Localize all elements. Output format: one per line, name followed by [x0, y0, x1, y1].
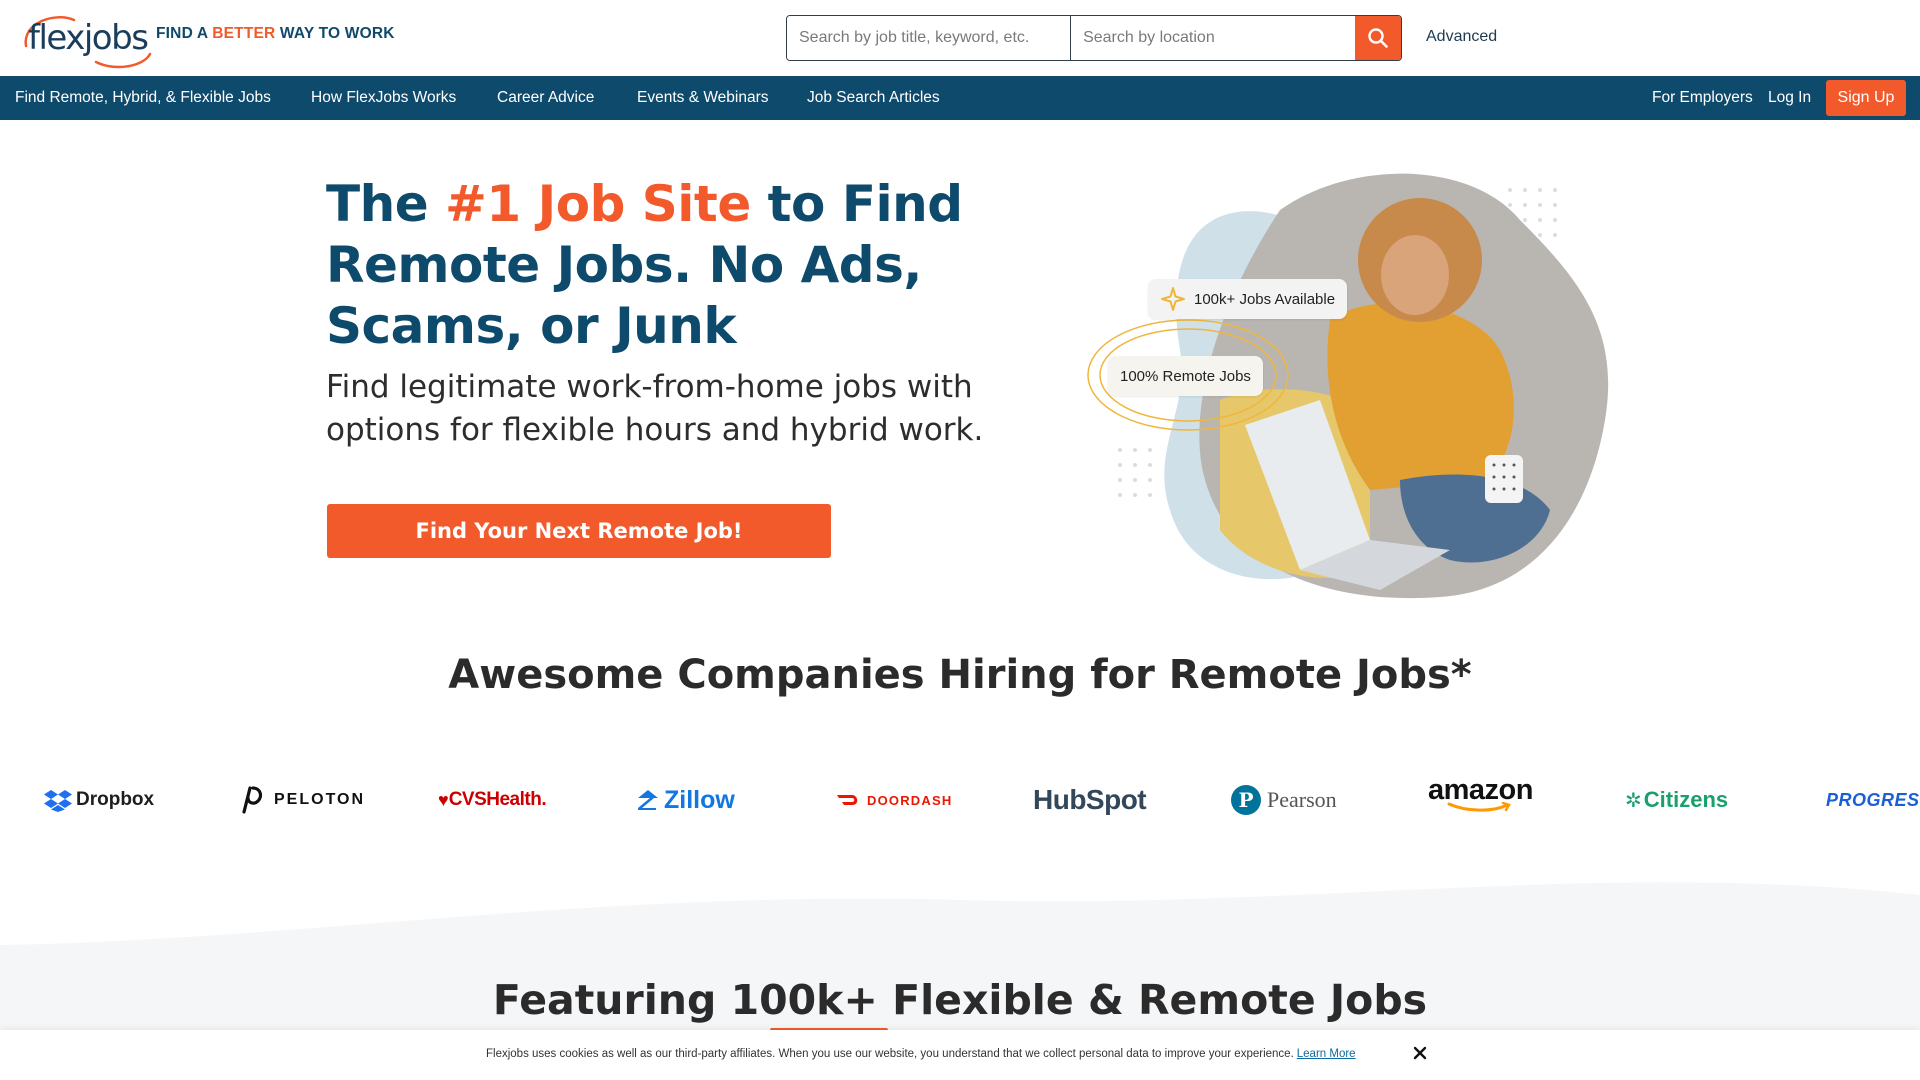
nav-how-it-works[interactable]: How FlexJobs Works — [311, 89, 456, 107]
site-header: flexjobs FIND A BETTER WAY TO WORK Advan… — [0, 0, 1920, 76]
doordash-wordmark: DOORDASH — [867, 792, 953, 808]
nav-career-advice[interactable]: Career Advice — [497, 89, 594, 107]
tagline: FIND A BETTER WAY TO WORK — [156, 25, 395, 43]
nav-job-search-articles[interactable]: Job Search Articles — [807, 89, 940, 107]
companies-heading: Awesome Companies Hiring for Remote Jobs… — [448, 652, 1472, 698]
tagline-accent: BETTER — [212, 25, 276, 42]
flexjobs-logo[interactable]: flexjobs — [14, 8, 152, 69]
search-icon — [1368, 28, 1388, 48]
peloton-icon — [242, 786, 263, 814]
company-logo-pearson[interactable]: P Pearson — [1231, 780, 1337, 820]
logo-wordmark: flexjobs — [28, 18, 149, 58]
hero-title-part-1: The — [326, 175, 446, 233]
company-logo-cvs[interactable]: ♥ CVSHealth. — [438, 780, 547, 820]
dropbox-icon — [44, 790, 72, 812]
cvs-wordmark: CVSHealth. — [448, 789, 547, 810]
pearson-wordmark: Pearson — [1267, 787, 1337, 812]
citizens-icon: ✲ — [1625, 789, 1642, 812]
cookie-learn-more-link[interactable]: Learn More — [1297, 1048, 1356, 1060]
company-logo-dropbox[interactable]: Dropbox — [44, 780, 154, 820]
cookie-message: Flexjobs uses cookies as well as our thi… — [486, 1048, 1356, 1060]
tagline-suffix: WAY TO WORK — [275, 25, 395, 42]
main-nav: Find Remote, Hybrid, & Flexible Jobs How… — [0, 76, 1920, 120]
hubspot-wordmark: HubSpot — [1033, 784, 1147, 815]
cookie-banner: Flexjobs uses cookies as well as our thi… — [0, 1030, 1920, 1080]
tagline-prefix: FIND A — [156, 25, 213, 42]
company-logo-hubspot[interactable]: HubSpot — [1033, 780, 1147, 820]
jobs-available-badge: 100k+ Jobs Available — [1148, 279, 1348, 319]
sparkle-icon — [1161, 287, 1185, 311]
progressive-wordmark: PROGRESSIVE — [1826, 789, 1920, 810]
heart-icon: ♥ — [438, 789, 449, 810]
company-logo-peloton[interactable]: PELOTON — [240, 780, 365, 820]
amazon-smile-icon — [1447, 802, 1512, 812]
remote-jobs-badge: 100% Remote Jobs — [1108, 356, 1263, 396]
hero-title-accent: #1 Job Site — [445, 175, 751, 233]
jobs-available-text: 100k+ Jobs Available — [1194, 290, 1336, 308]
citizens-wordmark: Citizens — [1643, 787, 1729, 812]
featuring-prefix: Featuring — [492, 976, 731, 1024]
remote-jobs-text: 100% Remote Jobs — [1120, 367, 1251, 385]
zillow-icon — [638, 790, 658, 810]
cookie-text: Flexjobs uses cookies as well as our thi… — [486, 1048, 1294, 1060]
featuring-heading: Featuring 100k+ Flexible & Remote Jobs — [0, 976, 1920, 1024]
find-next-remote-job-button[interactable]: Find Your Next Remote Job! — [327, 504, 831, 558]
featuring-accent: 100k+ — [730, 976, 878, 1024]
doordash-icon — [837, 795, 858, 805]
hero-title: The #1 Job Site to Find Remote Jobs. No … — [326, 174, 1046, 357]
nav-log-in[interactable]: Log In — [1768, 89, 1811, 107]
search-button[interactable] — [1355, 16, 1401, 60]
featuring-suffix: Flexible & Remote Jobs — [877, 976, 1428, 1024]
advanced-search-link[interactable]: Advanced — [1426, 28, 1497, 46]
zillow-wordmark: Zillow — [664, 785, 735, 814]
keyword-search-input[interactable] — [787, 16, 1072, 60]
peloton-wordmark: PELOTON — [274, 791, 366, 808]
dropbox-wordmark: Dropbox — [76, 789, 155, 810]
nav-events-webinars[interactable]: Events & Webinars — [637, 89, 769, 107]
search-form — [786, 15, 1402, 61]
company-logo-amazon[interactable]: amazon — [1428, 774, 1533, 814]
company-logo-row: Dropbox PELOTON ♥ CVSHealth. Zillow DOOR… — [0, 774, 1920, 820]
pearson-icon: P — [1231, 785, 1261, 815]
close-icon[interactable] — [1412, 1045, 1428, 1061]
company-logo-progressive[interactable]: PROGRESSIVE — [1826, 780, 1920, 820]
company-logo-doordash[interactable]: DOORDASH — [836, 780, 952, 820]
company-logo-citizens[interactable]: ✲ Citizens — [1625, 780, 1728, 820]
sign-up-button[interactable]: Sign Up — [1826, 80, 1906, 116]
nav-for-employers[interactable]: For Employers — [1652, 89, 1753, 107]
company-logo-zillow[interactable]: Zillow — [636, 780, 735, 820]
location-search-input[interactable] — [1071, 16, 1356, 60]
nav-find-jobs[interactable]: Find Remote, Hybrid, & Flexible Jobs — [15, 89, 271, 107]
svg-text:P: P — [1238, 788, 1253, 812]
hero-subtitle: Find legitimate work-from-home jobs with… — [326, 369, 984, 448]
